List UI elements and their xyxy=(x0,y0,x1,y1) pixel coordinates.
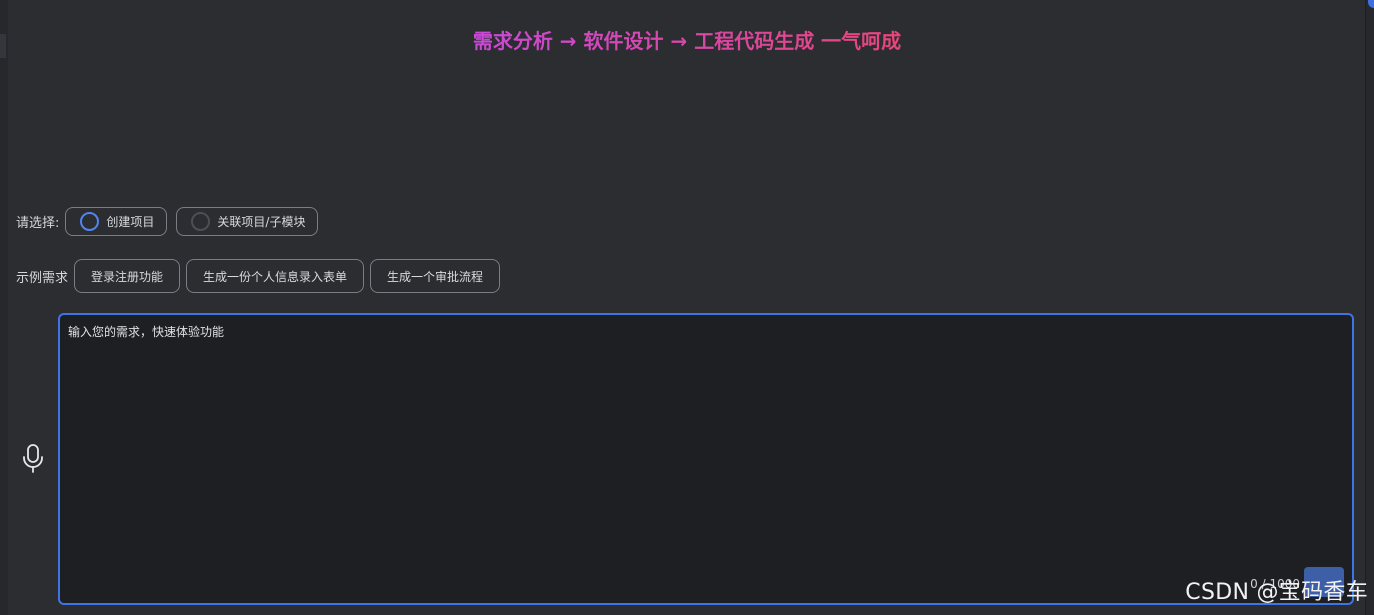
radio-link-project-label: 关联项目/子模块 xyxy=(217,214,306,229)
microphone-icon[interactable] xyxy=(21,443,45,475)
app-window: 需求分析 → 软件设计 → 工程代码生成 一气呵成 请选择: 创建项目 关联项目… xyxy=(0,0,1374,615)
example-personal-info-form[interactable]: 生成一份个人信息录入表单 xyxy=(186,259,365,293)
left-edge xyxy=(0,0,8,615)
example-login-register[interactable]: 登录注册功能 xyxy=(74,259,181,293)
radio-create-project-label: 创建项目 xyxy=(106,214,155,229)
mode-select-row: 请选择: 创建项目 关联项目/子模块 xyxy=(16,206,319,236)
example-label: 示例需求 xyxy=(16,270,69,286)
page-headline: 需求分析 → 软件设计 → 工程代码生成 一气呵成 xyxy=(0,27,1374,55)
radio-link-project[interactable]: 关联项目/子模块 xyxy=(176,206,319,236)
right-scrollbar[interactable] xyxy=(1365,0,1374,615)
mode-select-label: 请选择: xyxy=(16,215,60,231)
radio-create-project[interactable]: 创建项目 xyxy=(65,206,168,236)
watermark: CSDN @宝码香车 xyxy=(1185,580,1368,605)
headline-text: 需求分析 → 软件设计 → 工程代码生成 一气呵成 xyxy=(472,29,902,53)
radio-unchecked-icon xyxy=(191,211,211,231)
example-row: 示例需求 登录注册功能 生成一份个人信息录入表单 生成一个审批流程 xyxy=(16,259,501,293)
radio-checked-icon xyxy=(80,211,100,231)
requirement-editor: 0 / 1000 xyxy=(58,313,1354,605)
requirement-input[interactable] xyxy=(68,323,1338,553)
example-approval-flow[interactable]: 生成一个审批流程 xyxy=(370,259,501,293)
